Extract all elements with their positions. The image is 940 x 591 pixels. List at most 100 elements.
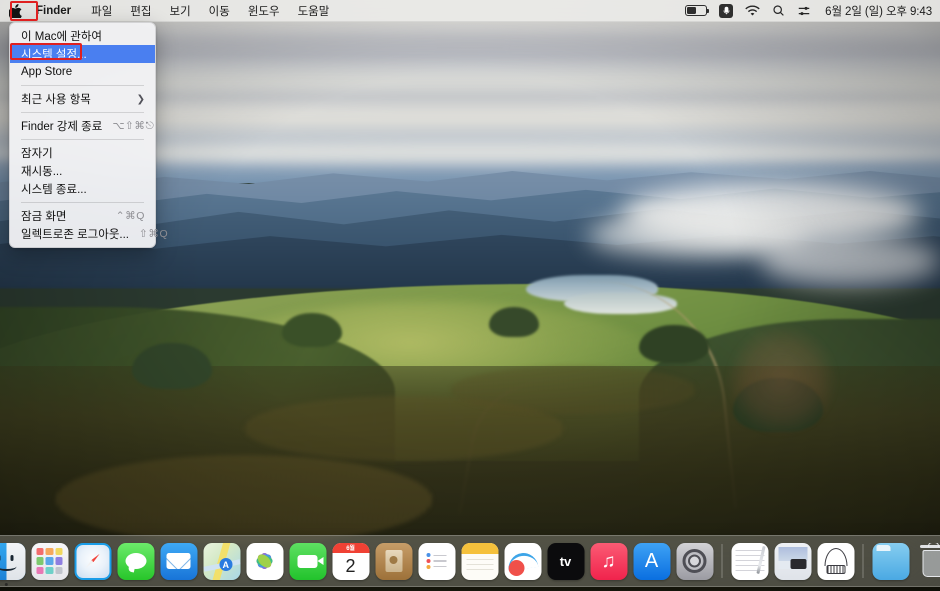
menu-item-label: 이 Mac에 관하여 <box>21 31 103 43</box>
menu-separator <box>21 112 144 113</box>
dock-item-photos[interactable] <box>245 541 285 581</box>
menu-bar: Finder 파일 편집 보기 이동 윈도우 도움말 6월 2일 (일) 오후 … <box>0 0 940 22</box>
dock-item-freeform[interactable] <box>503 541 543 581</box>
menu-item-sleep[interactable]: 잠자기 <box>10 144 155 162</box>
menu-item-label: 시스템 설정... <box>21 49 87 61</box>
menu-item-label: Finder 강제 종료 <box>21 121 103 133</box>
maps-icon: A <box>203 542 240 580</box>
menu-bar-item-help[interactable]: 도움말 <box>289 0 339 21</box>
menu-item-label: 최근 사용 항목 <box>21 94 91 106</box>
image-capture-icon <box>774 542 811 580</box>
menu-bar-item-window[interactable]: 윈도우 <box>239 0 289 21</box>
dock-item-safari[interactable] <box>73 541 113 581</box>
calendar-day: 2 <box>345 556 356 576</box>
menu-bar-app-name[interactable]: Finder <box>30 0 82 21</box>
dock-item-calendar[interactable]: 6월 2 <box>331 541 371 581</box>
dock-item-trash[interactable] <box>914 541 940 581</box>
calendar-icon: 6월 2 <box>332 542 369 580</box>
app-store-icon: A <box>633 542 670 580</box>
screen-recording-icon[interactable] <box>719 3 734 18</box>
dock-item-apple-tv[interactable]: tv <box>546 541 586 581</box>
notes-icon <box>461 542 498 580</box>
menu-item-label: 시스템 종료... <box>21 184 87 196</box>
dock-item-mail[interactable] <box>159 541 199 581</box>
dock-item-app-store[interactable]: A <box>632 541 672 581</box>
reminders-icon <box>418 542 455 580</box>
menu-item-label: 잠자기 <box>21 148 53 160</box>
menu-bar-item-file[interactable]: 파일 <box>82 0 121 21</box>
safari-icon <box>74 542 111 580</box>
dock-item-messages[interactable] <box>116 541 156 581</box>
menu-item-label: 잠금 화면 <box>21 211 67 223</box>
messages-icon <box>117 542 154 580</box>
facetime-icon <box>289 542 326 580</box>
wifi-icon[interactable] <box>745 4 760 17</box>
apple-tv-glyph: tv <box>559 553 572 569</box>
airport-utility-icon <box>817 542 854 580</box>
menu-item-force-quit-finder[interactable]: Finder 강제 종료 ⌥⇧⌘⎋ <box>10 117 155 135</box>
apple-menu-button[interactable] <box>0 0 30 21</box>
menu-bar-clock[interactable]: 6월 2일 (일) 오후 9:43 <box>823 3 932 19</box>
menu-item-app-store[interactable]: App Store <box>10 63 155 81</box>
dock-item-contacts[interactable] <box>374 541 414 581</box>
dock-item-airport-utility[interactable] <box>816 541 856 581</box>
music-note-glyph: ♫ <box>601 550 616 572</box>
dock-item-music[interactable]: ♫ <box>589 541 629 581</box>
finder-icon <box>0 542 25 580</box>
mail-icon <box>160 542 197 580</box>
menu-bar-status-area: 6월 2일 (일) 오후 9:43 <box>685 0 940 21</box>
menu-item-lock-screen[interactable]: 잠금 화면 ⌃⌘Q <box>10 207 155 225</box>
menu-item-restart[interactable]: 재시동... <box>10 162 155 180</box>
textedit-icon <box>731 542 768 580</box>
app-store-glyph: A <box>644 550 659 572</box>
menu-item-label: 일렉트로존 로그아웃... <box>21 229 129 241</box>
menu-item-shortcut: ⌥⇧⌘⎋ <box>112 119 155 132</box>
menu-item-recent-items[interactable]: 최근 사용 항목 ❯ <box>10 90 155 108</box>
battery-icon[interactable] <box>685 5 710 16</box>
menu-separator <box>21 202 144 203</box>
menu-bar-left: Finder 파일 편집 보기 이동 윈도우 도움말 <box>0 0 338 21</box>
menu-item-shut-down[interactable]: 시스템 종료... <box>10 180 155 198</box>
dock-separator <box>862 544 864 578</box>
trash-icon <box>915 542 940 580</box>
desktop-screen: Finder 파일 편집 보기 이동 윈도우 도움말 6월 2일 (일) 오후 … <box>0 0 940 591</box>
menu-separator <box>21 139 144 140</box>
menu-bar-item-go[interactable]: 이동 <box>200 0 239 21</box>
menu-item-label: App Store <box>21 66 73 78</box>
system-settings-gear-icon <box>676 542 713 580</box>
dock-item-facetime[interactable] <box>288 541 328 581</box>
apple-logo-icon <box>8 4 22 18</box>
dock-item-system-settings[interactable] <box>675 541 715 581</box>
photos-icon <box>246 542 283 580</box>
menu-separator <box>21 85 144 86</box>
freeform-icon <box>504 542 541 580</box>
dock-item-image-capture[interactable] <box>773 541 813 581</box>
dock-item-launchpad[interactable] <box>30 541 70 581</box>
menu-bar-item-view[interactable]: 보기 <box>160 0 199 21</box>
dock-item-notes[interactable] <box>460 541 500 581</box>
downloads-folder-icon <box>872 542 909 580</box>
menu-item-about-this-mac[interactable]: 이 Mac에 관하여 <box>10 27 155 45</box>
chevron-right-icon: ❯ <box>136 93 145 105</box>
dock: A 6월 2 tv ♫ A <box>0 535 940 587</box>
dock-item-downloads[interactable] <box>871 541 911 581</box>
menu-item-label: 재시동... <box>21 166 63 178</box>
dock-separator <box>721 544 723 578</box>
apple-tv-icon: tv <box>547 542 584 580</box>
control-center-icon[interactable] <box>797 4 811 18</box>
dock-item-maps[interactable]: A <box>202 541 242 581</box>
dock-item-reminders[interactable] <box>417 541 457 581</box>
music-icon: ♫ <box>590 542 627 580</box>
spotlight-search-icon[interactable] <box>772 4 785 17</box>
calendar-month: 6월 <box>332 542 369 553</box>
dock-item-finder[interactable] <box>0 541 27 586</box>
launchpad-icon <box>31 542 68 580</box>
contacts-icon <box>375 542 412 580</box>
menu-item-system-settings[interactable]: 시스템 설정... <box>10 45 155 63</box>
menu-item-log-out[interactable]: 일렉트로존 로그아웃... ⇧⌘Q <box>10 225 168 243</box>
menu-item-shortcut: ⌃⌘Q <box>115 210 145 222</box>
apple-dropdown-menu: 이 Mac에 관하여 시스템 설정... App Store 최근 사용 항목 … <box>9 22 168 248</box>
running-indicator <box>4 582 9 586</box>
dock-item-textedit[interactable] <box>730 541 770 581</box>
menu-bar-item-edit[interactable]: 편집 <box>121 0 160 21</box>
